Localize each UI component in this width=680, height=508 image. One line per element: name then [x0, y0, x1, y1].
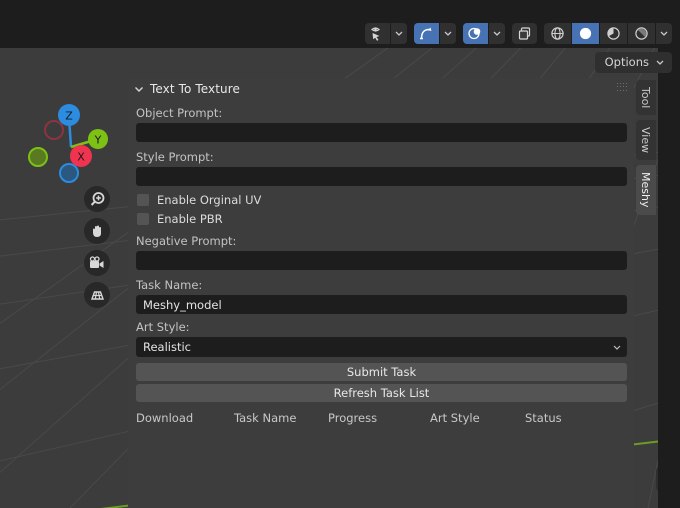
visibility-group [365, 23, 407, 44]
side-panel: Text To Texture Object Prompt: Style Pro… [128, 78, 634, 508]
task-name-input[interactable]: Meshy_model [136, 295, 627, 314]
art-style-dropdown[interactable]: Realistic [136, 337, 627, 357]
art-style-label: Art Style: [128, 320, 634, 337]
snap-group [414, 23, 456, 44]
snap-dropdown-icon[interactable] [440, 23, 456, 44]
toggle-xray-icon[interactable] [512, 23, 537, 44]
drag-grip-icon[interactable] [617, 83, 628, 92]
object-prompt-input[interactable] [136, 123, 627, 142]
style-prompt-input[interactable] [136, 167, 627, 186]
gizmo-neg-x [45, 121, 63, 139]
column-task-name: Task Name [234, 411, 328, 425]
enable-pbr-checkbox[interactable] [137, 213, 149, 225]
tab-meshy[interactable]: Meshy [636, 165, 656, 214]
refresh-task-list-button[interactable]: Refresh Task List [136, 384, 627, 402]
camera-icon [88, 255, 106, 272]
chevron-down-icon [660, 31, 668, 36]
chevron-down-icon [613, 345, 621, 350]
hand-icon [89, 223, 106, 240]
panel-title: Text To Texture [150, 82, 240, 96]
navigation-gizmo[interactable]: Y X Z [28, 100, 114, 186]
chevron-down-icon [134, 86, 144, 93]
task-table-header: Download Task Name Progress Art Style St… [128, 405, 634, 425]
snap-magnet-icon[interactable] [414, 23, 439, 44]
enable-original-uv-checkbox[interactable] [137, 194, 149, 206]
right-gutter [658, 48, 680, 508]
camera-view-button[interactable] [84, 250, 110, 276]
shading-group [544, 23, 672, 44]
chevron-down-icon [444, 31, 452, 36]
art-style-value: Realistic [143, 340, 191, 354]
options-button[interactable]: Options [595, 52, 672, 73]
options-label: Options [605, 55, 649, 69]
options-row: Options [595, 52, 672, 73]
proportional-edit-group [463, 23, 505, 44]
shading-dropdown-icon[interactable] [656, 23, 672, 44]
column-download: Download [136, 411, 234, 425]
gizmo-neg-y [29, 148, 47, 166]
viewport-header [0, 18, 680, 48]
chevron-down-icon [395, 31, 403, 36]
grid-icon [89, 287, 106, 304]
rendered-sphere-icon [634, 26, 649, 41]
gizmo-label-z: Z [65, 110, 73, 123]
shading-wireframe-icon[interactable] [544, 23, 571, 44]
enable-pbr-label: Enable PBR [157, 212, 223, 226]
chevron-down-icon [493, 31, 501, 36]
tab-tool[interactable]: Tool [636, 80, 656, 115]
proportional-dropdown-icon[interactable] [489, 23, 505, 44]
eye-cursor-icon [370, 26, 385, 41]
enable-original-uv-row[interactable]: Enable Orginal UV [128, 190, 634, 209]
zoom-tool-button[interactable] [84, 186, 110, 212]
visibility-dropdown-icon[interactable] [391, 23, 407, 44]
xray-icon [517, 26, 532, 41]
enable-original-uv-label: Enable Orginal UV [157, 193, 261, 207]
side-panel-tabs: Tool View Meshy [636, 80, 656, 215]
shading-rendered-icon[interactable] [628, 23, 655, 44]
gizmo-label-y: Y [94, 134, 102, 147]
column-status: Status [525, 411, 562, 425]
shading-material-icon[interactable] [600, 23, 627, 44]
solid-sphere-icon [578, 26, 593, 41]
negative-prompt-label: Negative Prompt: [128, 234, 634, 251]
object-prompt-label: Object Prompt: [128, 106, 634, 123]
viewport-tool-strip [84, 186, 110, 308]
visibility-icon[interactable] [365, 23, 390, 44]
magnet-icon [419, 26, 434, 41]
toggle-orthographic-button[interactable] [84, 282, 110, 308]
submit-task-button[interactable]: Submit Task [136, 363, 627, 381]
tab-view[interactable]: View [636, 120, 656, 160]
shading-solid-icon[interactable] [572, 23, 599, 44]
gizmo-neg-z [60, 164, 78, 182]
material-sphere-icon [606, 26, 621, 41]
negative-prompt-input[interactable] [136, 251, 627, 270]
xray-group [512, 23, 537, 44]
style-prompt-label: Style Prompt: [128, 150, 634, 167]
wireframe-sphere-icon [550, 26, 565, 41]
blender-window: Y X Z [0, 0, 680, 508]
column-art-style: Art Style [430, 411, 525, 425]
task-name-label: Task Name: [128, 278, 634, 295]
column-progress: Progress [328, 411, 430, 425]
circles-icon [468, 26, 483, 41]
magnifier-plus-icon [89, 191, 106, 208]
pan-tool-button[interactable] [84, 218, 110, 244]
enable-pbr-row[interactable]: Enable PBR [128, 209, 634, 228]
panel-header[interactable]: Text To Texture [128, 78, 634, 100]
top-bar [0, 0, 680, 18]
gizmo-label-x: X [77, 151, 85, 164]
chevron-down-icon [656, 60, 664, 65]
proportional-edit-icon[interactable] [463, 23, 488, 44]
